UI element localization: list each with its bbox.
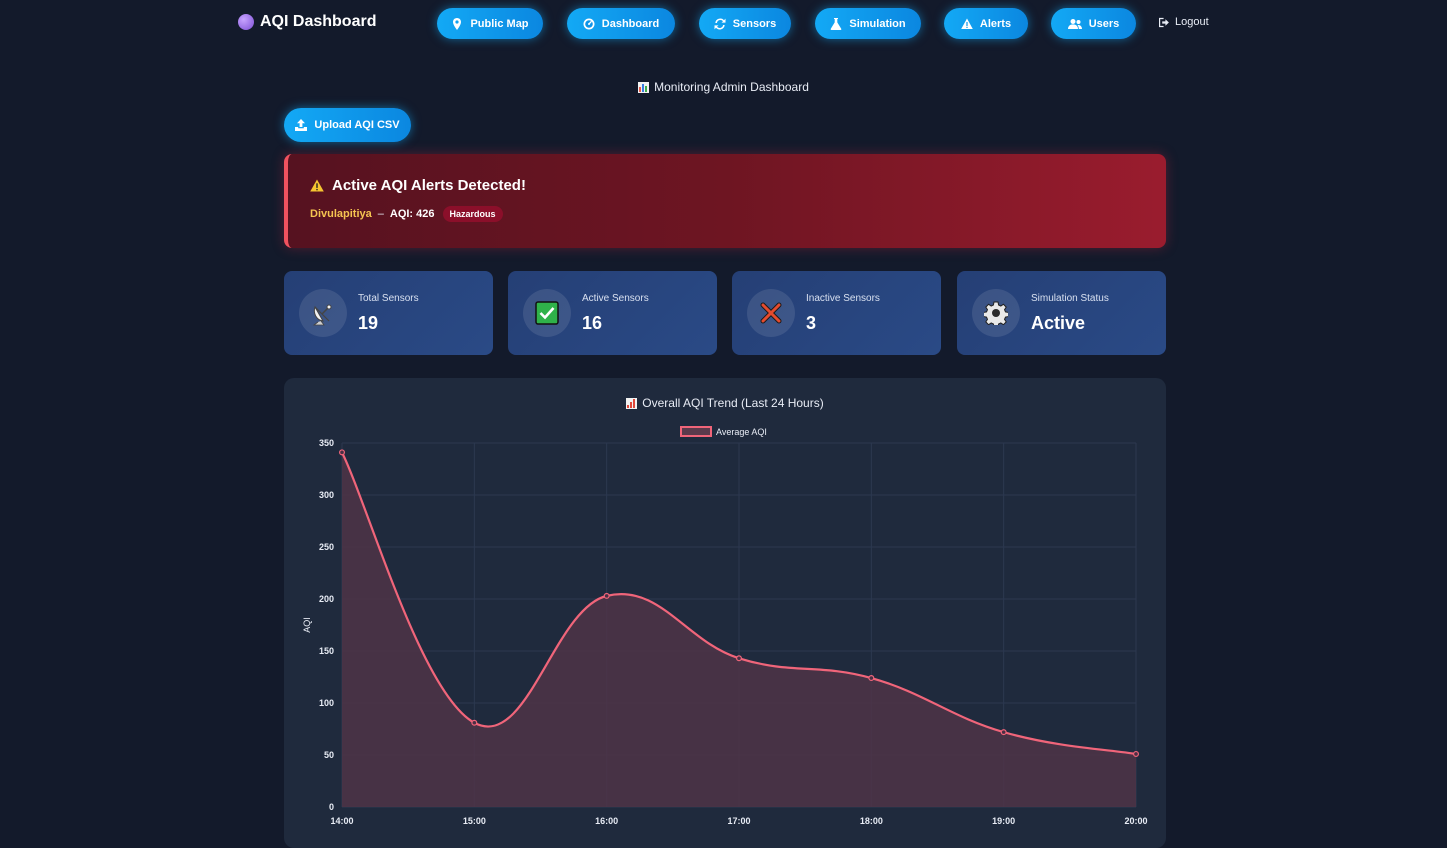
status-badge: Hazardous	[442, 206, 503, 222]
card-value: 3	[806, 313, 817, 333]
upload-csv-label: Upload AQI CSV	[314, 119, 400, 131]
nav-alerts-label: Alerts	[979, 17, 1012, 30]
logout-link[interactable]: Logout	[1159, 16, 1209, 28]
x-tick-label: 14:00	[330, 816, 353, 826]
data-point	[1000, 729, 1007, 736]
data-point	[603, 592, 610, 599]
card-label: Inactive Sensors	[806, 293, 880, 304]
nav-simulation-label: Simulation	[849, 17, 906, 30]
y-tick-label: 350	[319, 438, 334, 448]
brand[interactable]: AQI Dashboard	[238, 13, 376, 31]
bar-chart-icon	[638, 81, 650, 93]
alert-aqi-value: AQI: 426	[389, 208, 435, 220]
stat-card-total-sensors: Total Sensors 19	[284, 271, 493, 355]
y-tick-label: 300	[319, 490, 334, 500]
legend-swatch	[680, 426, 712, 437]
nav-alerts-button[interactable]: Alerts	[944, 8, 1028, 39]
upload-icon	[295, 119, 308, 131]
x-tick-label: 18:00	[860, 816, 883, 826]
dashboard-gauge-icon	[583, 18, 595, 29]
users-icon	[1067, 18, 1082, 29]
navbar: AQI Dashboard Public Map Dashboard Senso…	[0, 0, 1447, 46]
nav-public-map-label: Public Map	[470, 17, 529, 30]
nav-sensors-label: Sensors	[732, 17, 777, 30]
gear-icon	[972, 289, 1020, 337]
nav-dashboard-label: Dashboard	[601, 17, 660, 30]
card-value: Active	[1031, 313, 1086, 333]
x-tick-label: 15:00	[463, 816, 486, 826]
cross-icon	[747, 289, 795, 337]
y-tick-label: 250	[319, 542, 334, 552]
map-pin-icon	[453, 17, 462, 30]
nav-users-label: Users	[1088, 17, 1120, 30]
card-label: Active Sensors	[582, 293, 649, 304]
satellite-dish-icon	[299, 289, 347, 337]
warning-icon	[961, 18, 973, 29]
alert-title-text: Active AQI Alerts Detected!	[332, 177, 526, 194]
upload-csv-button[interactable]: Upload AQI CSV	[284, 108, 411, 142]
y-tick-label: 150	[319, 646, 334, 656]
alert-title: Active AQI Alerts Detected!	[310, 177, 526, 194]
globe-icon	[238, 14, 254, 30]
card-value: 16	[582, 313, 603, 333]
legend-label: Average AQI	[716, 427, 767, 437]
card-value: 19	[358, 313, 379, 333]
warning-icon	[310, 179, 324, 192]
data-point	[868, 675, 875, 682]
card-label: Simulation Status	[1031, 293, 1109, 304]
logout-icon	[1159, 17, 1169, 27]
y-tick-label: 0	[329, 802, 334, 812]
data-point	[1132, 750, 1139, 757]
page-title: Monitoring Admin Dashboard	[0, 80, 1447, 94]
y-tick-label: 50	[324, 750, 334, 760]
nav-simulation-button[interactable]: Simulation	[815, 8, 921, 39]
x-tick-label: 17:00	[727, 816, 750, 826]
check-box-icon	[523, 289, 571, 337]
stat-card-inactive-sensors: Inactive Sensors 3	[732, 271, 941, 355]
sync-icon	[714, 18, 726, 29]
flask-icon	[831, 17, 842, 30]
y-axis-label: AQI	[302, 617, 312, 633]
x-tick-label: 19:00	[992, 816, 1015, 826]
aqi-trend-chart: 0 50 100 150 200 250 300 350 14:00 15:00 16:00 17:0…	[302, 426, 1148, 826]
x-tick-label: 20:00	[1124, 816, 1147, 826]
alert-item: Divulapitiya – AQI: 426 Hazardous	[310, 206, 503, 222]
page-title-text: Monitoring Admin Dashboard	[654, 80, 809, 94]
data-point	[338, 449, 345, 456]
alert-banner: Active AQI Alerts Detected! Divulapitiya…	[284, 154, 1166, 248]
nav-dashboard-button[interactable]: Dashboard	[567, 8, 675, 39]
y-tick-label: 200	[319, 594, 334, 604]
data-point	[471, 719, 478, 726]
nav-public-map-button[interactable]: Public Map	[437, 8, 543, 39]
nav-users-button[interactable]: Users	[1051, 8, 1136, 39]
stat-card-simulation-status: Simulation Status Active	[957, 271, 1166, 355]
nav-sensors-button[interactable]: Sensors	[699, 8, 791, 39]
alert-location: Divulapitiya	[310, 208, 372, 220]
brand-title: AQI Dashboard	[260, 13, 377, 30]
aqi-trend-panel: Overall AQI Trend (Last 24 Hours) 0 50 100…	[284, 378, 1166, 848]
stat-card-active-sensors: Active Sensors 16	[508, 271, 717, 355]
logout-label: Logout	[1175, 16, 1209, 28]
data-point	[736, 655, 743, 662]
x-tick-label: 16:00	[595, 816, 618, 826]
card-label: Total Sensors	[358, 293, 419, 304]
alert-separator: –	[377, 208, 384, 220]
y-tick-label: 100	[319, 698, 334, 708]
